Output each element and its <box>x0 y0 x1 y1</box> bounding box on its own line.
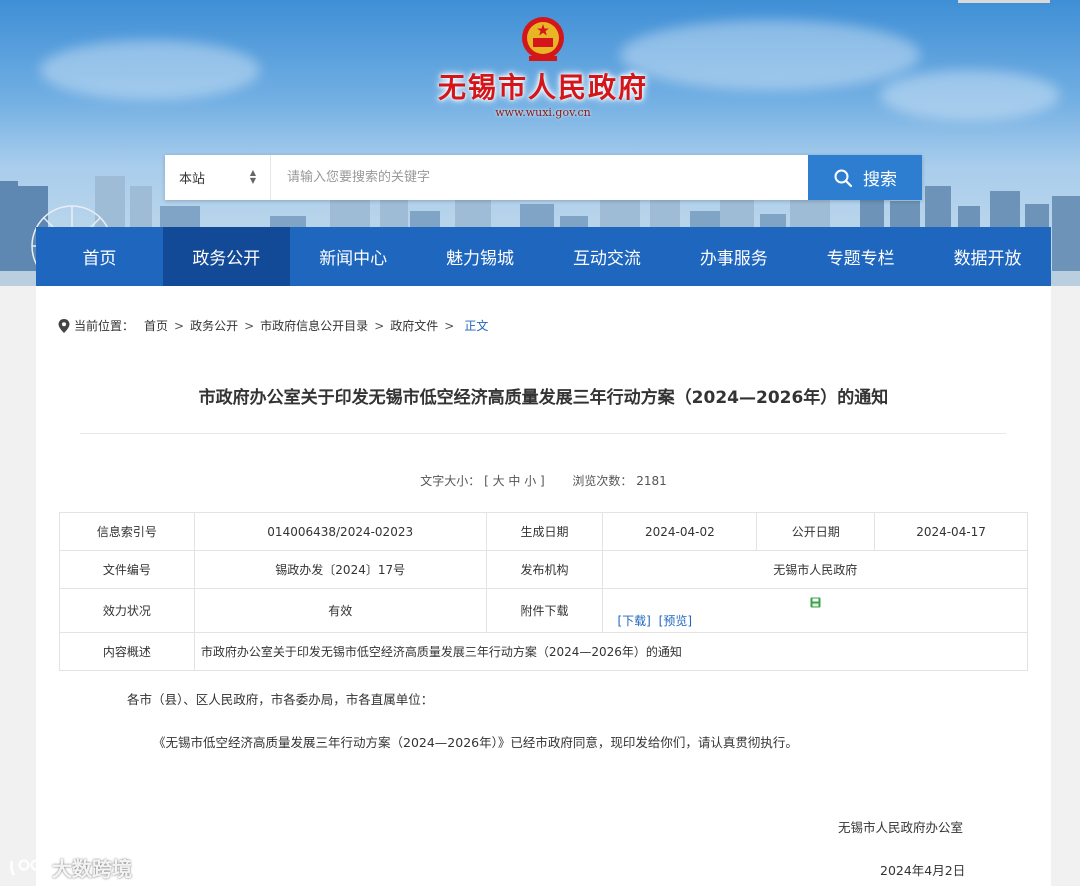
breadcrumb: 当前位置： 首页 > 政务公开 > 市政府信息公开目录 > 政府文件 > 正文 <box>58 317 488 334</box>
signature-text: 无锡市人民政府办公室 <box>838 820 964 835</box>
nav-item-special-topics[interactable]: 专题专栏 <box>797 227 924 286</box>
views-count: 2181 <box>636 474 667 488</box>
table-row: 信息索引号 014006438/2024-02023 生成日期 2024-04-… <box>59 512 1028 551</box>
body-paragraph: 《无锡市低空经济高质量发展三年行动方案（2024—2026年）》已经市政府同意，… <box>153 735 798 750</box>
attachment-cell: [下载] [预览] <box>602 588 1028 633</box>
nav-item-city-charm[interactable]: 魅力锡城 <box>417 227 544 286</box>
summary-value: 市政府办公室关于印发无锡市低空经济高质量发展三年行动方案（2024—2026年）… <box>193 632 1029 671</box>
table-row: 文件编号 锡政办发〔2024〕17号 发布机构 无锡市人民政府 <box>59 550 1028 589</box>
breadcrumb-item-home[interactable]: 首页 <box>144 317 168 334</box>
breadcrumb-item-government-affairs[interactable]: 政务公开 <box>190 317 238 334</box>
nav-item-home[interactable]: 首页 <box>36 227 163 286</box>
download-link[interactable]: [下载] <box>617 614 650 628</box>
table-row: 效力状况 有效 附件下载 [下载] [预览] <box>59 588 1028 633</box>
document-number-label: 文件编号 <box>59 550 195 589</box>
issuer-label: 发布机构 <box>485 550 604 589</box>
document-title: 市政府办公室关于印发无锡市低空经济高质量发展三年行动方案（2024—2026年）… <box>198 388 889 408</box>
search-scope-value: 本站 <box>179 172 206 187</box>
salutation-text: 各市（县）、区人民政府，市各委办局，市各直属单位： <box>127 692 434 707</box>
published-date-label: 公开日期 <box>756 512 876 551</box>
nav-item-services[interactable]: 办事服务 <box>670 227 797 286</box>
document-info-table: 信息索引号 014006438/2024-02023 生成日期 2024-04-… <box>59 512 1029 671</box>
search-button-label: 搜索 <box>863 170 897 190</box>
font-size-switcher[interactable]: [ 大 中 小 ] <box>484 474 545 488</box>
index-number-value: 014006438/2024-02023 <box>193 512 487 551</box>
article-meta: 文字大小： [ 大 中 小 ] 浏览次数： 2181 <box>36 472 1051 489</box>
watermark-text: 大数跨境 <box>52 857 132 881</box>
index-number-label: 信息索引号 <box>59 512 195 551</box>
published-date-value: 2024-04-17 <box>874 512 1028 551</box>
font-size-label: 文字大小： <box>420 474 481 488</box>
document-number-value: 锡政办发〔2024〕17号 <box>193 550 487 589</box>
search-icon <box>834 169 853 187</box>
table-row: 内容概述 市政府办公室关于印发无锡市低空经济高质量发展三年行动方案（2024—2… <box>59 632 1029 671</box>
breadcrumb-item-gov-documents[interactable]: 政府文件 <box>390 317 438 334</box>
header-banner: 无锡市人民政府 www.wuxi.gov.cn 本站 ▲▼ 搜索 首页 政务公开… <box>0 0 1080 286</box>
national-emblem-icon <box>522 17 564 61</box>
breadcrumb-separator: > <box>174 318 185 333</box>
search-scope-select[interactable]: 本站 ▲ ▼ <box>165 155 271 200</box>
content-panel: 当前位置： 首页 > 政务公开 > 市政府信息公开目录 > 政府文件 > 正文 … <box>36 286 1051 886</box>
summary-label: 内容概述 <box>59 632 195 671</box>
search-input[interactable] <box>271 155 808 200</box>
signature-date: 2024年4月2日 <box>880 863 966 878</box>
title-divider <box>80 433 1006 434</box>
attachment-label: 附件下载 <box>485 588 604 633</box>
created-date-label: 生成日期 <box>485 512 604 551</box>
preview-link[interactable]: [预览] <box>659 614 692 628</box>
search-button[interactable]: 搜索 <box>808 155 922 200</box>
views-label: 浏览次数： <box>572 474 633 488</box>
watermark-logo-icon <box>10 859 42 876</box>
main-nav: 首页 政务公开 新闻中心 魅力锡城 互动交流 办事服务 专题专栏 数据开放 <box>36 227 1051 286</box>
breadcrumb-separator: > <box>444 318 455 333</box>
nav-item-interaction[interactable]: 互动交流 <box>544 227 671 286</box>
save-icon[interactable] <box>810 597 821 608</box>
breadcrumb-prefix: 当前位置： <box>74 319 135 333</box>
issuer-value: 无锡市人民政府 <box>602 550 1028 589</box>
site-title: 无锡市人民政府 <box>437 71 648 104</box>
breadcrumb-separator: > <box>374 318 385 333</box>
scope-arrows-icon: ▲ ▼ <box>249 168 256 185</box>
search-bar: 本站 ▲▼ 搜索 <box>165 155 922 200</box>
watermark: 大数跨境 <box>8 853 132 882</box>
validity-status-label: 效力状况 <box>59 588 195 633</box>
validity-status-value: 有效 <box>193 588 487 633</box>
site-url: www.wuxi.gov.cn <box>495 106 591 119</box>
nav-item-news[interactable]: 新闻中心 <box>290 227 417 286</box>
breadcrumb-separator: > <box>244 318 255 333</box>
top-strip-decoration <box>958 0 1050 3</box>
created-date-value: 2024-04-02 <box>602 512 758 551</box>
nav-item-government-affairs[interactable]: 政务公开 <box>162 227 290 286</box>
location-pin-icon <box>58 318 70 333</box>
breadcrumb-current: 正文 <box>464 319 489 333</box>
breadcrumb-item-info-catalog[interactable]: 市政府信息公开目录 <box>260 317 368 334</box>
nav-item-open-data[interactable]: 数据开放 <box>924 227 1051 286</box>
